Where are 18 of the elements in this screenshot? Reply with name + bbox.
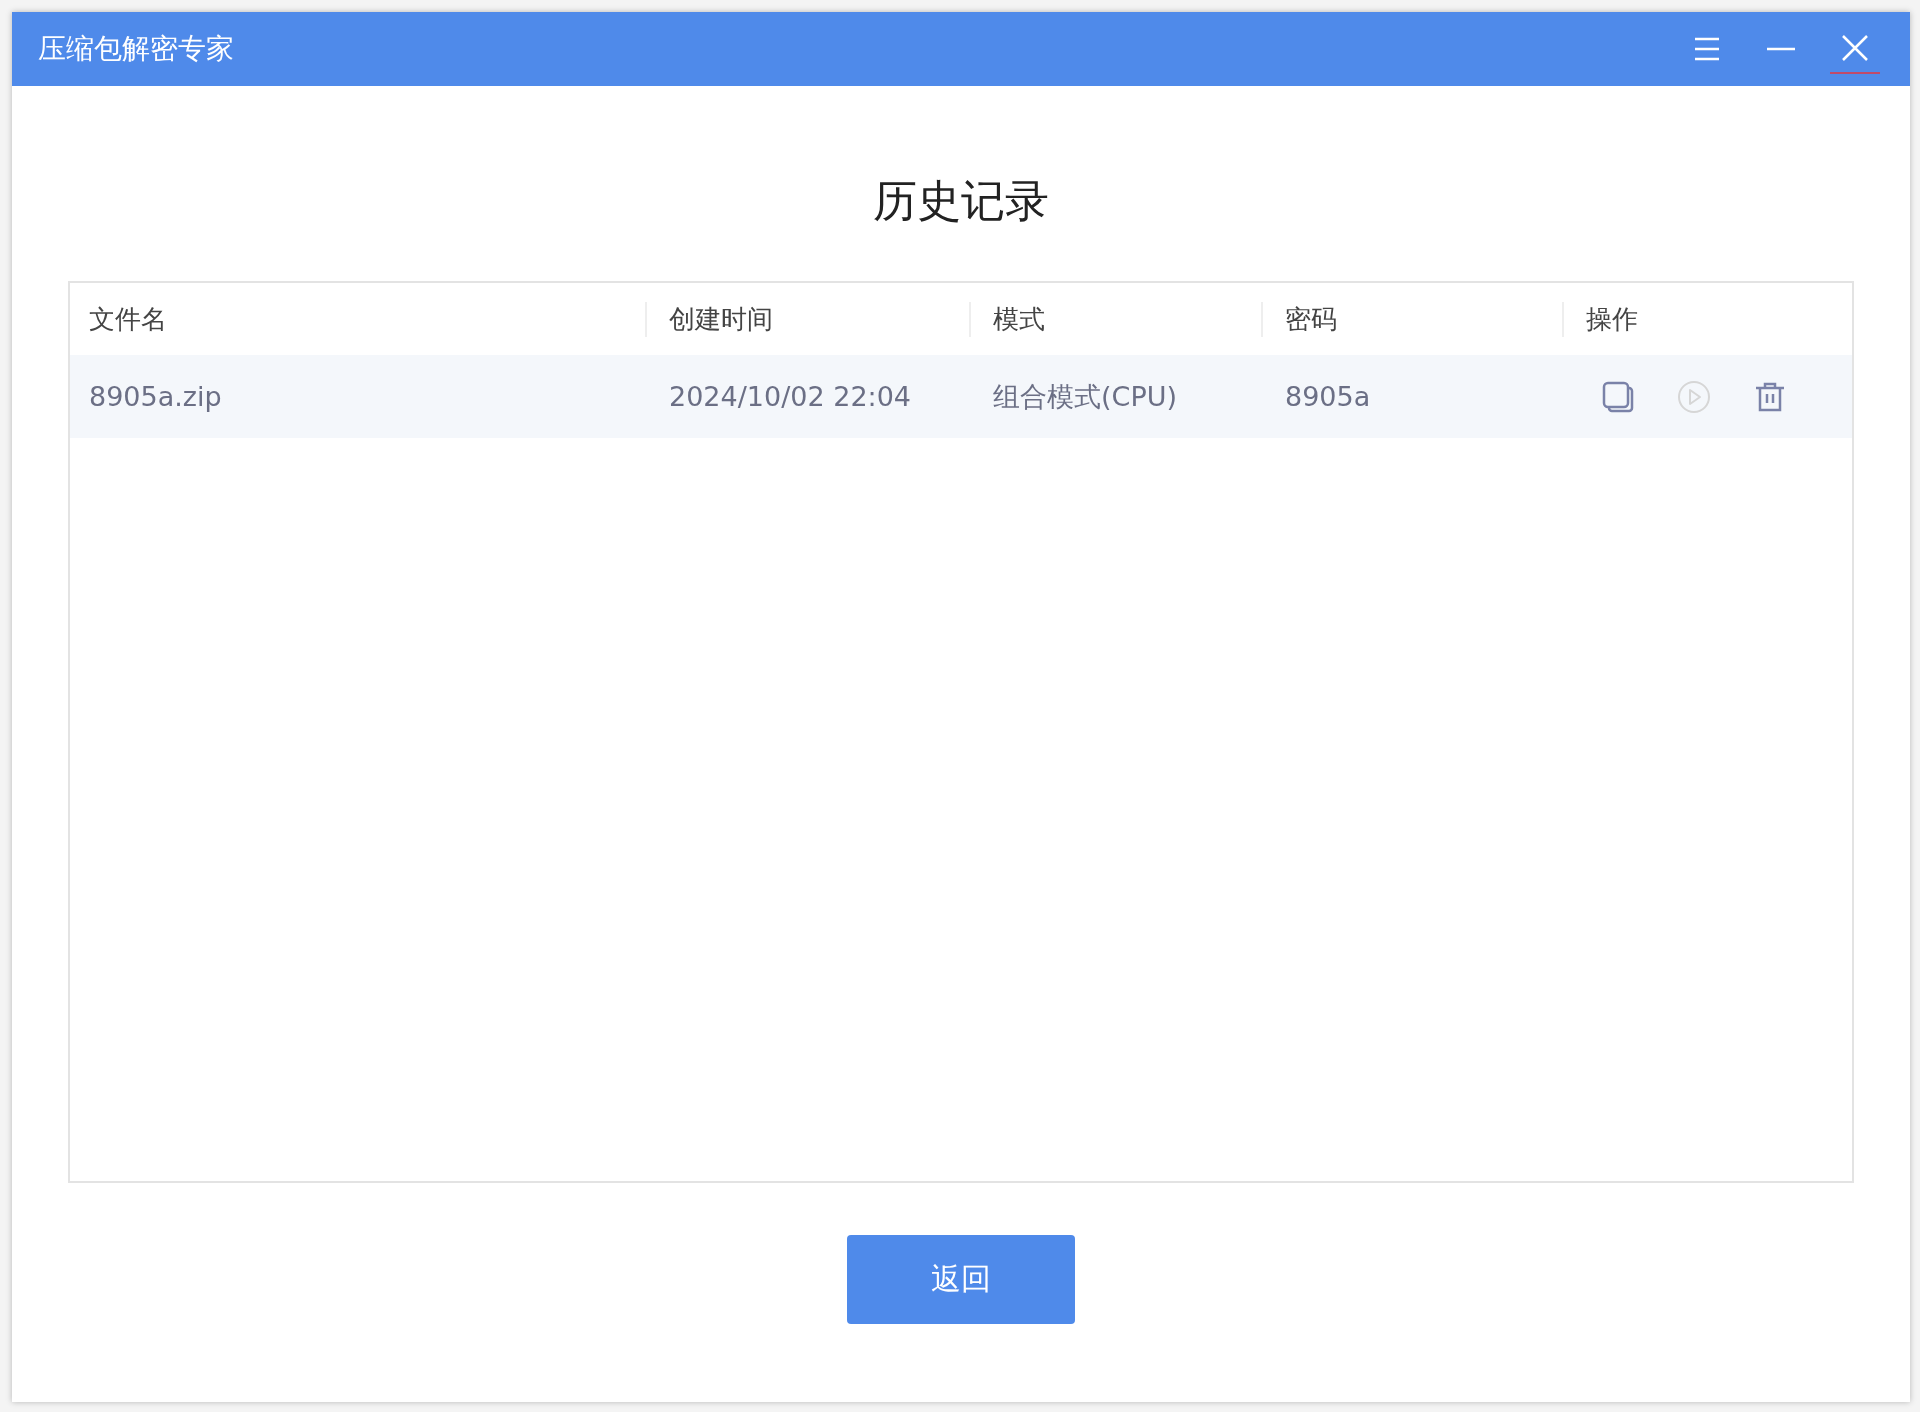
minimize-icon: [1767, 47, 1795, 51]
table-row[interactable]: 8905a.zip 2024/10/02 22:04 组合模式(CPU) 8905a: [70, 355, 1852, 438]
window-title: 压缩包解密专家: [38, 31, 235, 67]
play-icon: [1677, 379, 1711, 414]
page-heading: 历史记录: [873, 174, 1049, 228]
copy-icon: [1601, 379, 1635, 414]
menu-icon: [1694, 37, 1720, 61]
column-header: 创建时间: [645, 301, 969, 337]
table-cell-text: 8905a.zip: [88, 381, 223, 412]
table-cell-text: 组合模式(CPU): [992, 379, 1178, 414]
table-cell-text: 8905a: [1284, 381, 1372, 412]
column-header: 文件名: [88, 302, 168, 336]
column-header: 模式: [969, 301, 1261, 337]
table-cell-text: 2024/10/02 22:04: [668, 381, 912, 412]
column-header: 密码: [1261, 301, 1562, 337]
column-header: 操作: [1562, 301, 1852, 337]
back-button[interactable]: 返回: [847, 1235, 1075, 1324]
close-icon: [1842, 35, 1868, 61]
